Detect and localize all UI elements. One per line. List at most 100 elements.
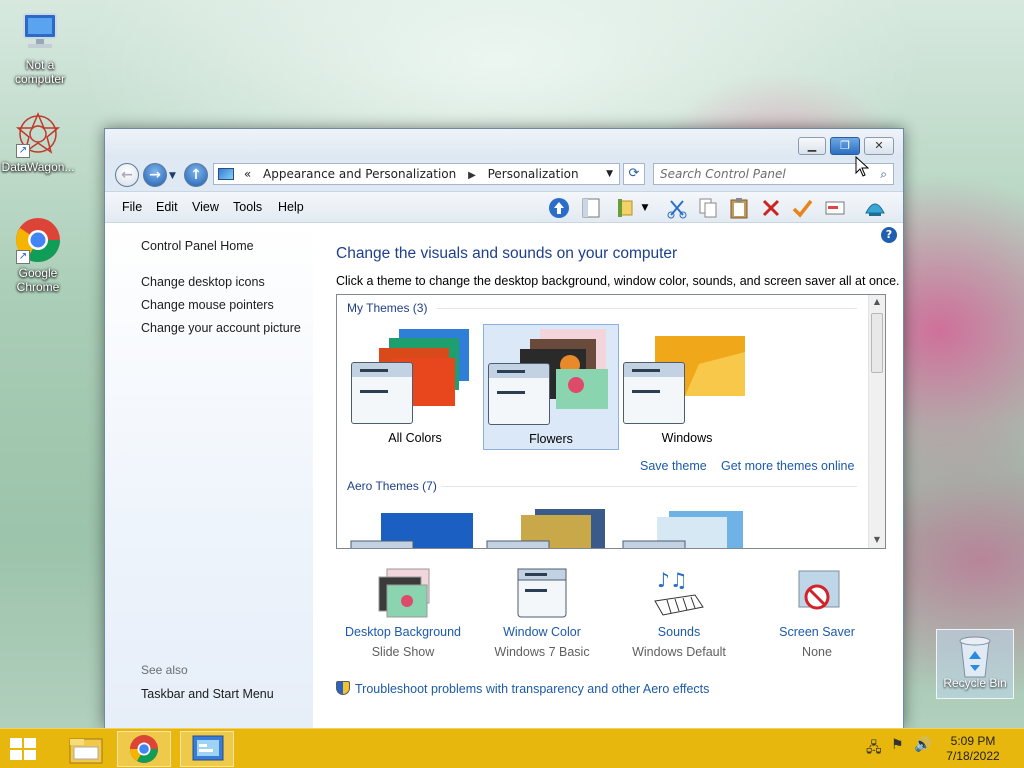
desktop-icon-computer[interactable]: Not a computer [2,8,78,86]
troubleshoot-link[interactable]: Troubleshoot problems with transparency … [336,681,709,696]
window-thumbnail [488,363,550,425]
help-icon[interactable]: ? [881,227,897,243]
theme-flowers[interactable]: Flowers [483,324,619,450]
troubleshoot-text[interactable]: Troubleshoot problems with transparency … [355,682,709,696]
sounds-setting[interactable]: ♪♫ Sounds Windows Default [609,567,749,659]
clock-date: 7/18/2022 [946,749,1000,763]
back-button[interactable]: ← [115,163,139,187]
setting-label[interactable]: Sounds [609,625,749,639]
action-center-flag-icon[interactable]: ⚑ [891,737,904,753]
address-dropdown-icon[interactable]: ▼ [606,164,613,184]
window-color-setting[interactable]: Window Color Windows 7 Basic [472,567,612,659]
see-also-label: See also [141,663,188,677]
close-button[interactable]: ✕ [864,137,894,155]
link-control-panel-home[interactable]: Control Panel Home [141,239,254,253]
desktop-background-setting[interactable]: Desktop Background Slide Show [333,567,473,659]
recycle-bin[interactable]: Recycle Bin [936,629,1014,699]
save-theme-link[interactable]: Save theme [640,459,707,473]
chrome-icon: ↗ [14,216,62,264]
title-bar[interactable]: ▁ ❐ ✕ [105,129,903,159]
setting-label[interactable]: Window Color [472,625,612,639]
taskbar-chrome[interactable] [117,731,171,767]
themes-scrollbar[interactable]: ▲ ▼ [868,295,885,548]
copy-icon[interactable] [696,197,720,219]
main-pane: ? Change the visuals and sounds on your … [313,223,903,728]
search-icon[interactable]: ⌕ [880,164,887,184]
minimize-button[interactable]: ▁ [798,137,826,155]
menu-tools[interactable]: Tools [233,200,262,214]
taskbar: 🖧 ⚑ 🔊 5:09 PM 7/18/2022 [0,728,1024,768]
link-change-mouse-pointers[interactable]: Change mouse pointers [141,298,274,312]
recent-pages-dropdown[interactable]: ▼ [169,171,176,181]
theme-all-colors[interactable]: All Colors [347,324,483,450]
control-panel-icon [218,168,234,180]
network-icon[interactable]: 🖧 [866,737,882,761]
mouse-cursor-icon [855,156,869,177]
window-color-icon [512,567,572,619]
personalization-window: ▁ ❐ ✕ ← → ▼ ↑ « Appearance and Personali… [104,128,904,728]
folders-icon[interactable] [615,197,639,219]
desktop-icon-chrome[interactable]: ↗ Google Chrome [0,216,76,294]
cut-icon[interactable] [665,197,689,219]
restore-button[interactable]: ❐ [830,137,860,155]
theme-aero-1[interactable] [347,507,483,548]
theme-name: Flowers [529,432,573,446]
control-panel-icon [192,735,224,761]
clock-time: 5:09 PM [950,734,996,748]
up-level-icon[interactable] [547,197,571,219]
breadcrumb-appearance[interactable]: Appearance and Personalization [263,167,456,181]
themes-list[interactable]: My Themes (3) All Colors Flowers Windows… [336,294,886,549]
menu-help[interactable]: Help [278,200,304,214]
theme-aero-3[interactable] [619,507,755,548]
shell-icon[interactable] [863,197,887,219]
desktop-icon-datawagon[interactable]: ↗ DataWagon... [0,110,76,174]
properties-check-icon[interactable] [790,197,814,219]
menu-file[interactable]: File [122,200,142,214]
taskbar-control-panel[interactable] [180,731,234,767]
breadcrumb-chevron[interactable]: « [244,167,251,181]
navigation-bar: ← → ▼ ↑ « Appearance and Personalization… [105,159,903,191]
menu-view[interactable]: View [192,200,219,214]
link-change-account-picture[interactable]: Change your account picture [141,321,301,335]
taskbar-clock[interactable]: 5:09 PM 7/18/2022 [938,734,1008,764]
group-my-themes: My Themes (3) [347,301,428,315]
computer-icon [16,8,64,56]
link-change-desktop-icons[interactable]: Change desktop icons [141,275,265,289]
delete-icon[interactable] [759,197,783,219]
theme-windows[interactable]: Windows [619,324,755,450]
windows-logo-icon [24,738,36,748]
volume-icon[interactable]: 🔊 [914,737,931,753]
desktop-icon-label: Google Chrome [16,266,60,294]
pane-icon[interactable] [579,197,603,219]
scroll-up-icon[interactable]: ▲ [869,297,885,306]
mail-icon[interactable] [823,197,847,219]
setting-value: None [802,645,832,659]
setting-label[interactable]: Screen Saver [747,625,887,639]
refresh-button[interactable]: ⟳ [623,163,645,185]
window-thumbnail [623,362,685,424]
menu-edit[interactable]: Edit [156,200,178,214]
page-subtitle: Click a theme to change the desktop back… [336,274,900,288]
shortcut-arrow-icon: ↗ [16,250,30,264]
address-bar[interactable]: « Appearance and Personalization ▶ Perso… [213,163,620,185]
breadcrumb-separator-icon[interactable]: ▶ [468,170,476,181]
link-taskbar-start-menu[interactable]: Taskbar and Start Menu [141,687,274,701]
breadcrumb-personalization[interactable]: Personalization [488,167,579,181]
window-thumbnail [351,362,413,424]
paste-icon[interactable] [727,197,751,219]
start-button[interactable] [10,738,38,760]
scroll-down-icon[interactable]: ▼ [869,535,885,544]
desktop-background-icon [373,567,433,619]
shortcut-arrow-icon: ↗ [16,144,30,158]
group-aero-themes: Aero Themes (7) [347,479,437,493]
taskbar-file-explorer[interactable] [58,731,112,767]
theme-aero-2[interactable] [483,507,619,548]
screen-saver-setting[interactable]: Screen Saver None [747,567,887,659]
folders-dropdown-icon[interactable]: ▼ [639,197,651,219]
get-more-themes-link[interactable]: Get more themes online [721,459,854,473]
setting-label[interactable]: Desktop Background [333,625,473,639]
scroll-thumb[interactable] [871,313,883,373]
desktop-icon-label: Not a computer [14,58,66,86]
forward-button[interactable]: → [143,163,167,187]
up-button[interactable]: ↑ [184,163,208,187]
